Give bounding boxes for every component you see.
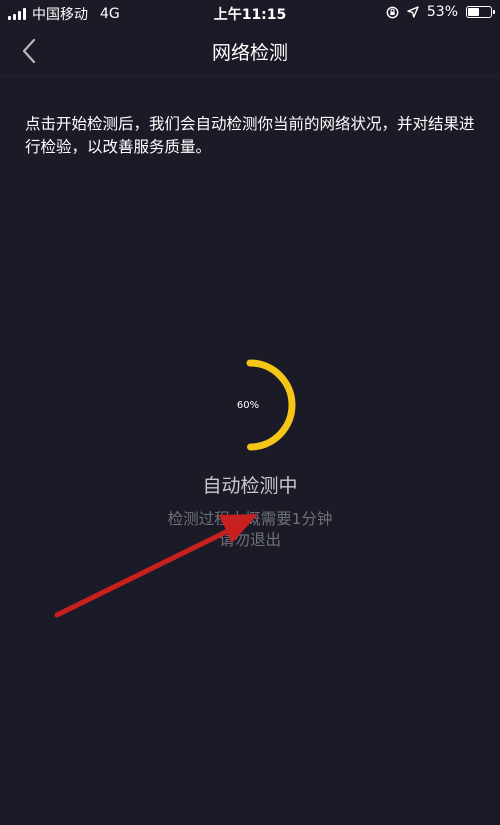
detection-hint: 检测过程大概需要1分钟 请勿退出 — [0, 509, 500, 551]
hint-line-duration: 检测过程大概需要1分钟 — [167, 510, 333, 528]
navigation-bar: 网络检测 — [0, 26, 500, 77]
battery-level-fill — [468, 8, 479, 16]
description-text: 点击开始检测后，我们会自动检测你当前的网络状况，并对结果进行检验，以改善服务质量… — [25, 115, 475, 156]
progress-percent-label: 60% — [236, 399, 260, 411]
page-title: 网络检测 — [211, 42, 288, 64]
status-bar: 中国移动 4G 上午11:15 53% — [0, 0, 500, 26]
detection-status-title: 自动检测中 — [202, 475, 298, 497]
rotation-lock-icon — [386, 6, 399, 18]
status-right: 53% — [386, 4, 495, 20]
location-arrow-icon — [407, 6, 419, 18]
hint-line-no-exit: 请勿退出 — [218, 531, 281, 549]
progress-ring: 60% — [200, 355, 300, 455]
battery-percent: 53% — [426, 4, 458, 20]
battery-icon — [466, 6, 495, 18]
